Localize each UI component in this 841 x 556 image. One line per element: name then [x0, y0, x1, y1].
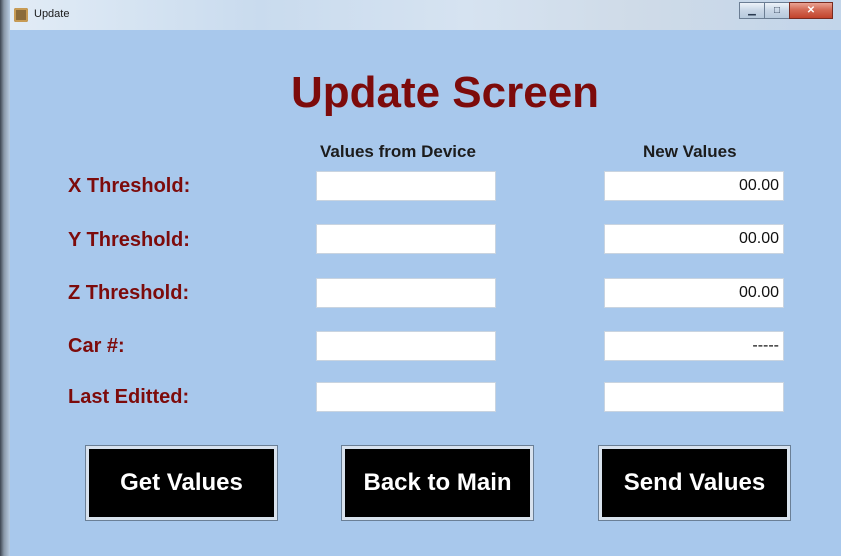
back-to-main-button[interactable]: Back to Main [341, 445, 534, 521]
send-values-label: Send Values [623, 469, 766, 496]
y-threshold-label: Y Threshold: [68, 229, 190, 251]
update-form: Update Screen Values from Device New Val… [10, 30, 841, 556]
z-threshold-device-field[interactable] [316, 278, 496, 308]
maximize-button[interactable]: □ [764, 2, 790, 19]
car-number-device-field[interactable] [316, 331, 496, 361]
app-icon [14, 8, 28, 22]
y-threshold-device-field[interactable] [316, 224, 496, 254]
z-threshold-label: Z Threshold: [68, 282, 190, 304]
page-title: Update Screen [290, 68, 600, 117]
send-values-button[interactable]: Send Values [598, 445, 791, 521]
new-values-header: New Values [643, 142, 737, 161]
z-threshold-new-field[interactable] [604, 278, 784, 308]
close-icon: ✕ [806, 5, 816, 16]
last-edited-new-field[interactable] [604, 382, 784, 412]
window-controls: ▁ □ ✕ [739, 2, 833, 20]
x-threshold-new-field[interactable] [604, 171, 784, 201]
maximize-icon: □ [773, 5, 781, 16]
x-threshold-label: X Threshold: [68, 175, 191, 197]
car-number-label: Car #: [68, 335, 125, 357]
title-bar[interactable]: Update ▁ □ ✕ [10, 0, 841, 30]
minimize-button[interactable]: ▁ [739, 2, 765, 19]
app-window: Update ▁ □ ✕ Update Screen Values from D… [0, 0, 841, 556]
get-values-button[interactable]: Get Values [85, 445, 278, 521]
car-number-new-field[interactable] [604, 331, 784, 361]
close-button[interactable]: ✕ [789, 2, 833, 19]
last-edited-device-field[interactable] [316, 382, 496, 412]
back-to-main-label: Back to Main [363, 469, 512, 496]
y-threshold-new-field[interactable] [604, 224, 784, 254]
minimize-icon: ▁ [748, 5, 756, 16]
last-edited-label: Last Editted: [68, 386, 190, 408]
window-edge-shadow [0, 0, 10, 556]
x-threshold-device-field[interactable] [316, 171, 496, 201]
get-values-label: Get Values [120, 469, 243, 496]
device-values-header: Values from Device [320, 142, 476, 161]
window-title: Update [34, 8, 70, 20]
